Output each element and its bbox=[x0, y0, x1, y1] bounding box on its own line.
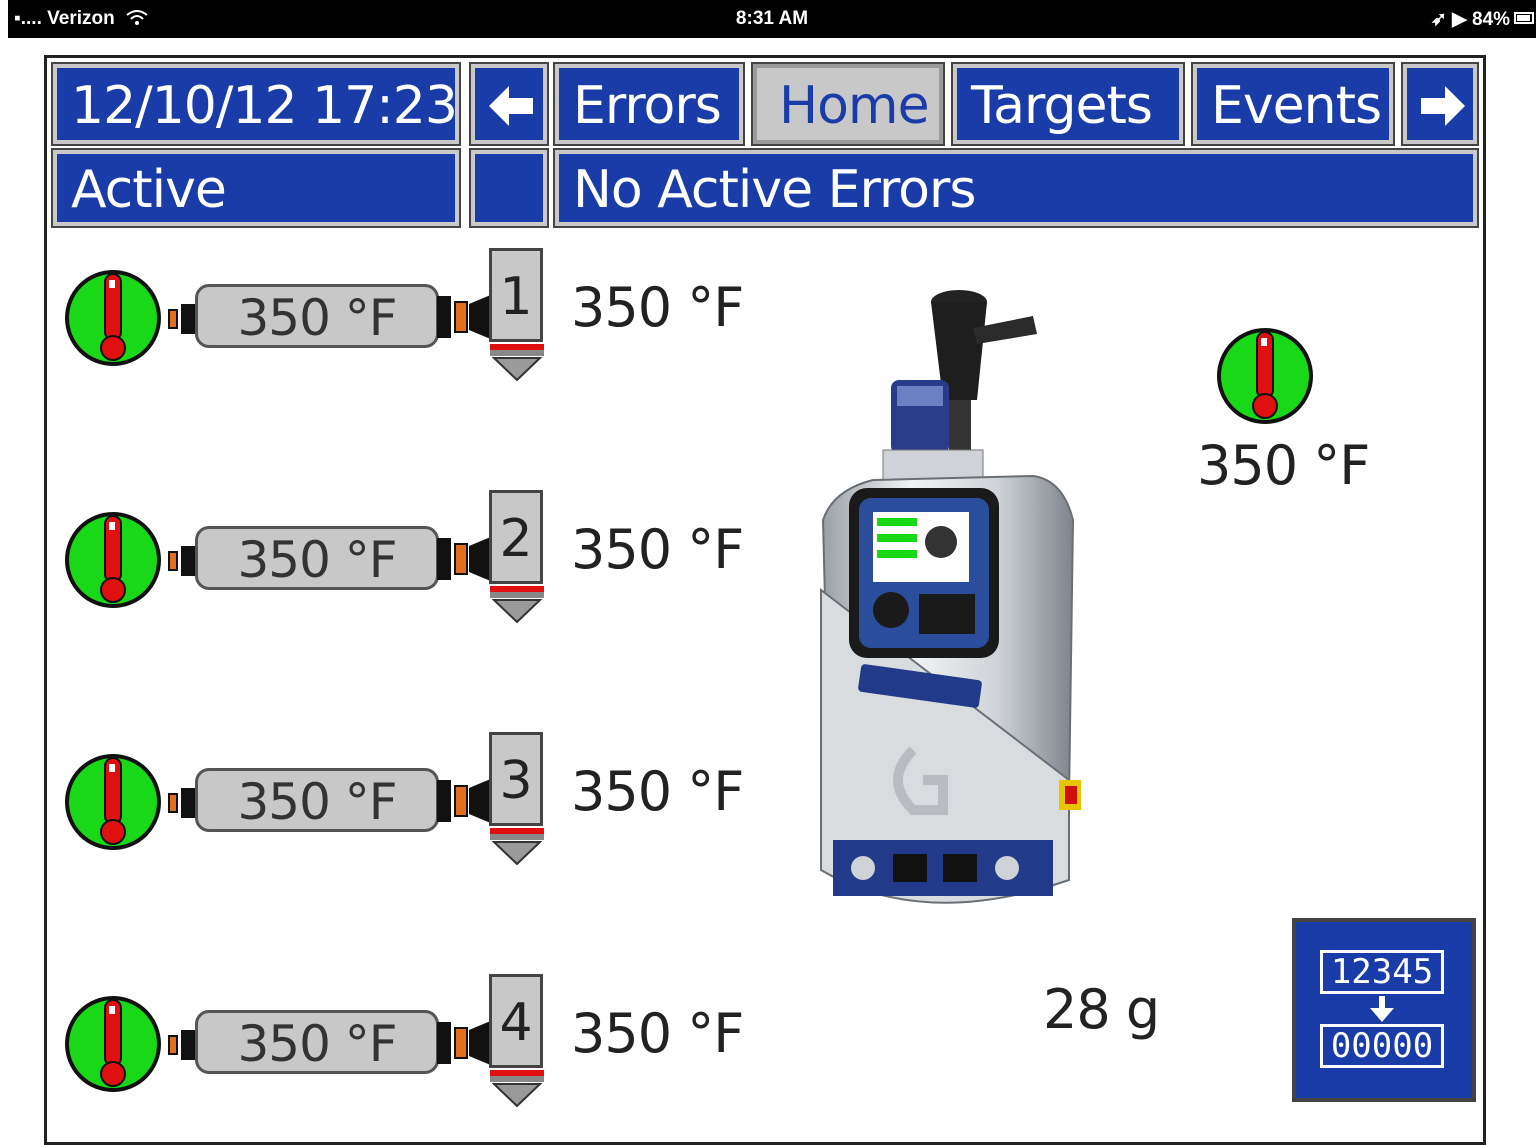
hose-temp-value: 350 °F bbox=[237, 289, 397, 347]
hose-temp-display[interactable]: 350 °F bbox=[195, 526, 439, 590]
hose-temp-value: 350 °F bbox=[237, 531, 397, 589]
gun-icon bbox=[490, 586, 544, 624]
hose-temp-value: 350 °F bbox=[237, 1015, 397, 1073]
hose-connector-right bbox=[437, 1020, 493, 1066]
status-indicator-box bbox=[469, 148, 549, 228]
battery-icon bbox=[1514, 12, 1534, 24]
datetime-label: 12/10/12 17:23 bbox=[71, 76, 457, 136]
hose-temp-display[interactable]: 350 °F bbox=[195, 284, 439, 348]
next-screen-button[interactable] bbox=[1401, 62, 1479, 146]
tab-home-label: Home bbox=[779, 76, 930, 136]
gun-icon bbox=[490, 828, 544, 866]
ios-status-bar: ▪.... Verizon 8:31 AM ➶ ▶ 84% bbox=[8, 0, 1536, 38]
hose-temp-display[interactable]: 350 °F bbox=[195, 1010, 439, 1074]
zone-row-3[interactable]: 350 °F 3 350 °F bbox=[63, 732, 763, 872]
hose-temp-value: 350 °F bbox=[237, 773, 397, 831]
zone-row-4[interactable]: 350 °F 4 350 °F bbox=[63, 974, 763, 1114]
thermometer-icon bbox=[65, 270, 161, 366]
error-status-label: No Active Errors bbox=[573, 160, 976, 220]
zone-number: 1 bbox=[489, 248, 543, 342]
datetime-display: 12/10/12 17:23 bbox=[51, 62, 461, 146]
tab-errors[interactable]: Errors bbox=[553, 62, 745, 146]
counter-top-value: 12345 bbox=[1320, 950, 1444, 994]
tab-home[interactable]: Home bbox=[751, 62, 945, 146]
hose-temp-display[interactable]: 350 °F bbox=[195, 768, 439, 832]
system-status: Active bbox=[51, 148, 461, 228]
tab-events[interactable]: Events bbox=[1191, 62, 1395, 146]
status-right: ➶ ▶ 84% bbox=[1431, 8, 1510, 31]
hose-connector-right bbox=[437, 294, 493, 340]
tab-targets[interactable]: Targets bbox=[951, 62, 1185, 146]
hose-connector-right bbox=[437, 778, 493, 824]
tab-events-label: Events bbox=[1211, 76, 1382, 136]
zone-number: 2 bbox=[489, 490, 543, 584]
gun-temp-value: 350 °F bbox=[571, 276, 744, 339]
counter-bottom-value: 00000 bbox=[1320, 1024, 1444, 1068]
arrow-left-icon bbox=[489, 86, 533, 126]
reset-counter-button[interactable]: 12345 00000 bbox=[1292, 918, 1476, 1102]
system-status-label: Active bbox=[71, 160, 227, 220]
hmi-panel: 12/10/12 17:23 Errors Home Targets Event… bbox=[44, 55, 1486, 1145]
gun-icon bbox=[490, 1070, 544, 1108]
thermometer-icon bbox=[65, 754, 161, 850]
tank-temp-value: 350 °F bbox=[1197, 434, 1370, 497]
error-status-bar: No Active Errors bbox=[553, 148, 1479, 228]
gun-temp-value: 350 °F bbox=[571, 1002, 744, 1065]
battery-label: 84% bbox=[1471, 9, 1510, 30]
gun-temp-value: 350 °F bbox=[571, 760, 744, 823]
tab-errors-label: Errors bbox=[573, 76, 722, 136]
location-icon: ➶ bbox=[1430, 9, 1447, 30]
tab-targets-label: Targets bbox=[971, 76, 1153, 136]
melter-unit-image bbox=[820, 290, 1081, 904]
gun-temp-value: 350 °F bbox=[571, 518, 744, 581]
thermometer-icon bbox=[1217, 328, 1313, 424]
header-bar: 12/10/12 17:23 Errors Home Targets Event… bbox=[47, 58, 1483, 233]
hose-connector-right bbox=[437, 536, 493, 582]
zone-number: 4 bbox=[489, 974, 543, 1068]
prev-screen-button[interactable] bbox=[469, 62, 549, 146]
reset-counter-icon bbox=[1370, 996, 1394, 1022]
arrow-right-icon bbox=[1421, 86, 1465, 126]
play-icon: ▶ bbox=[1452, 9, 1467, 30]
material-usage-value: 28 g bbox=[1043, 978, 1160, 1041]
status-time: 8:31 AM bbox=[735, 8, 809, 29]
zone-row-1[interactable]: 350 °F 1 350 °F bbox=[63, 248, 763, 388]
zone-number: 3 bbox=[489, 732, 543, 826]
thermometer-icon bbox=[65, 996, 161, 1092]
thermometer-icon bbox=[65, 512, 161, 608]
zone-row-2[interactable]: 350 °F 2 350 °F bbox=[63, 490, 763, 630]
gun-icon bbox=[490, 344, 544, 382]
